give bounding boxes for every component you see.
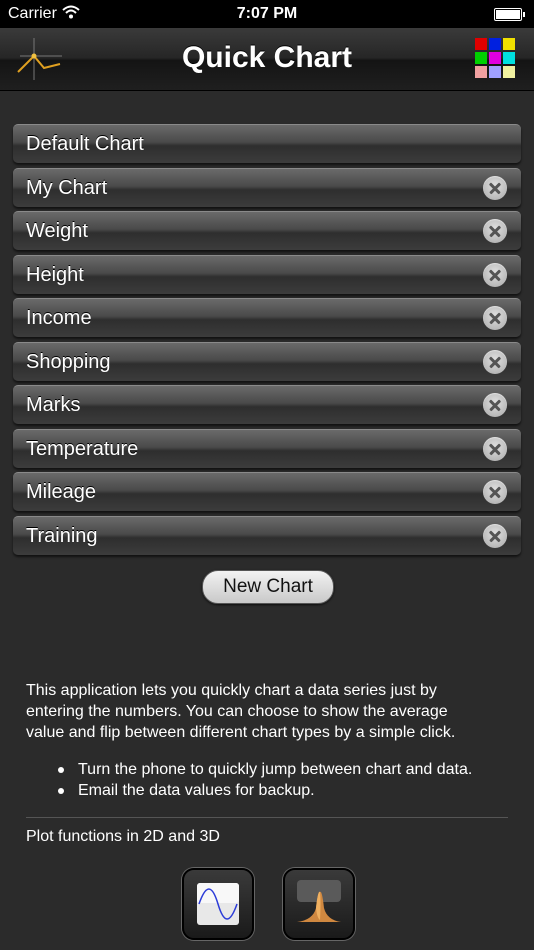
divider xyxy=(26,817,508,818)
feature-item: Email the data values for backup. xyxy=(58,781,518,802)
delete-icon[interactable] xyxy=(483,306,507,330)
chart-name-label: Mileage xyxy=(26,481,97,503)
color-swatch xyxy=(475,52,487,64)
status-bar: Carrier 7:07 PM xyxy=(0,0,534,28)
chart-name-label: Income xyxy=(26,307,92,329)
chart-list-item[interactable]: Marks xyxy=(13,385,521,424)
chart-list-item[interactable]: My Chart xyxy=(13,167,521,207)
chart-list-item[interactable]: Height xyxy=(13,254,521,294)
delete-icon[interactable] xyxy=(483,219,507,243)
delete-icon[interactable] xyxy=(483,480,507,504)
chart-list-item[interactable]: Default Chart xyxy=(13,124,521,163)
chart-list-item[interactable]: Income xyxy=(13,298,521,337)
page-title: Quick Chart xyxy=(181,41,353,74)
chart-name-label: My Chart xyxy=(26,176,108,199)
battery-icon xyxy=(494,8,525,21)
color-swatch xyxy=(489,38,501,50)
app-description: This application lets you quickly chart … xyxy=(26,682,456,741)
chart-name-label: Marks xyxy=(26,394,81,416)
chart-name-label: Height xyxy=(26,263,84,286)
delete-icon[interactable] xyxy=(483,349,507,374)
chart-list-item[interactable]: Temperature xyxy=(13,428,521,468)
navigation-bar: Quick Chart xyxy=(0,28,534,91)
chart-name-label: Shopping xyxy=(26,350,111,373)
chart-name-label: Weight xyxy=(26,220,88,242)
feature-list: Turn the phone to quickly jump between c… xyxy=(58,760,518,802)
color-swatch xyxy=(503,52,515,64)
chart-list-item[interactable]: Weight xyxy=(13,211,521,250)
feature-item: Turn the phone to quickly jump between c… xyxy=(58,760,518,781)
color-grid-icon[interactable] xyxy=(475,38,515,78)
chart-name-label: Temperature xyxy=(26,437,139,460)
color-swatch xyxy=(475,38,487,50)
chart-list: Default Chart My Chart Weight Height Income S… xyxy=(13,124,521,559)
delete-icon[interactable] xyxy=(483,436,507,461)
color-swatch xyxy=(489,52,501,64)
delete-icon[interactable] xyxy=(483,175,507,200)
color-swatch xyxy=(503,38,515,50)
clock: 7:07 PM xyxy=(236,5,298,22)
plot-functions-label: Plot functions in 2D and 3D xyxy=(26,828,220,845)
color-swatch xyxy=(503,66,515,78)
chart-list-item[interactable]: Shopping xyxy=(13,341,521,381)
delete-icon[interactable] xyxy=(483,393,507,417)
chart-list-item[interactable]: Training xyxy=(13,515,521,555)
color-swatch xyxy=(489,66,501,78)
delete-icon[interactable] xyxy=(483,523,507,548)
color-swatch xyxy=(475,66,487,78)
chart-name-label: Default Chart xyxy=(26,133,144,155)
delete-icon[interactable] xyxy=(483,262,507,287)
chart-name-label: Training xyxy=(26,524,98,547)
plot-2d-sine-icon[interactable] xyxy=(182,868,254,940)
chart-list-item[interactable]: Mileage xyxy=(13,472,521,511)
plot-3d-peak-icon[interactable] xyxy=(283,868,355,940)
new-chart-button[interactable]: New Chart xyxy=(202,570,334,604)
